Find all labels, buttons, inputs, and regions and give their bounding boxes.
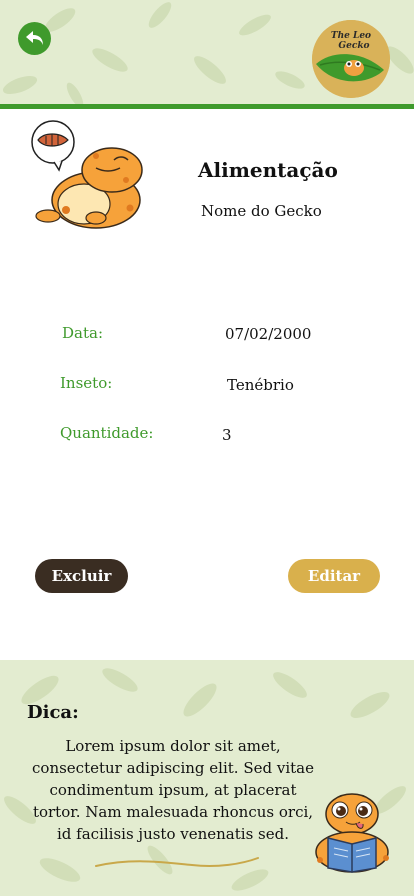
tip-text: Lorem ipsum dolor sit amet, consectetur … [32,737,314,843]
svg-text:Gecko: Gecko [338,41,369,51]
quantity-value: 3 [222,426,232,444]
gecko-logo-icon: The Leo Gecko [312,20,390,98]
quantity-label: Quantidade: [60,424,154,442]
date-label: Data: [62,324,103,342]
header-divider [0,104,414,109]
back-arrow-icon [25,30,43,45]
decorative-squiggle [95,857,259,868]
insect-label: Inseto: [60,374,113,392]
back-button[interactable] [18,22,51,55]
tip-title: Dica: [27,702,79,723]
svg-text:The Leo: The Leo [331,31,371,41]
insect-value: Tenébrio [227,376,294,394]
gecko-reading-illustration [306,788,398,874]
edit-button[interactable]: Editar [288,559,380,593]
gecko-name: Nome do Gecko [201,202,322,220]
page-title: Alimentação [198,158,338,182]
delete-button[interactable]: Excluir [35,559,128,593]
gecko-book-icon [315,793,389,873]
app-logo[interactable]: The Leo Gecko [312,20,390,98]
gecko-icon [31,120,143,229]
date-value: 07/02/2000 [225,325,312,343]
gecko-eating-illustration [26,120,144,232]
